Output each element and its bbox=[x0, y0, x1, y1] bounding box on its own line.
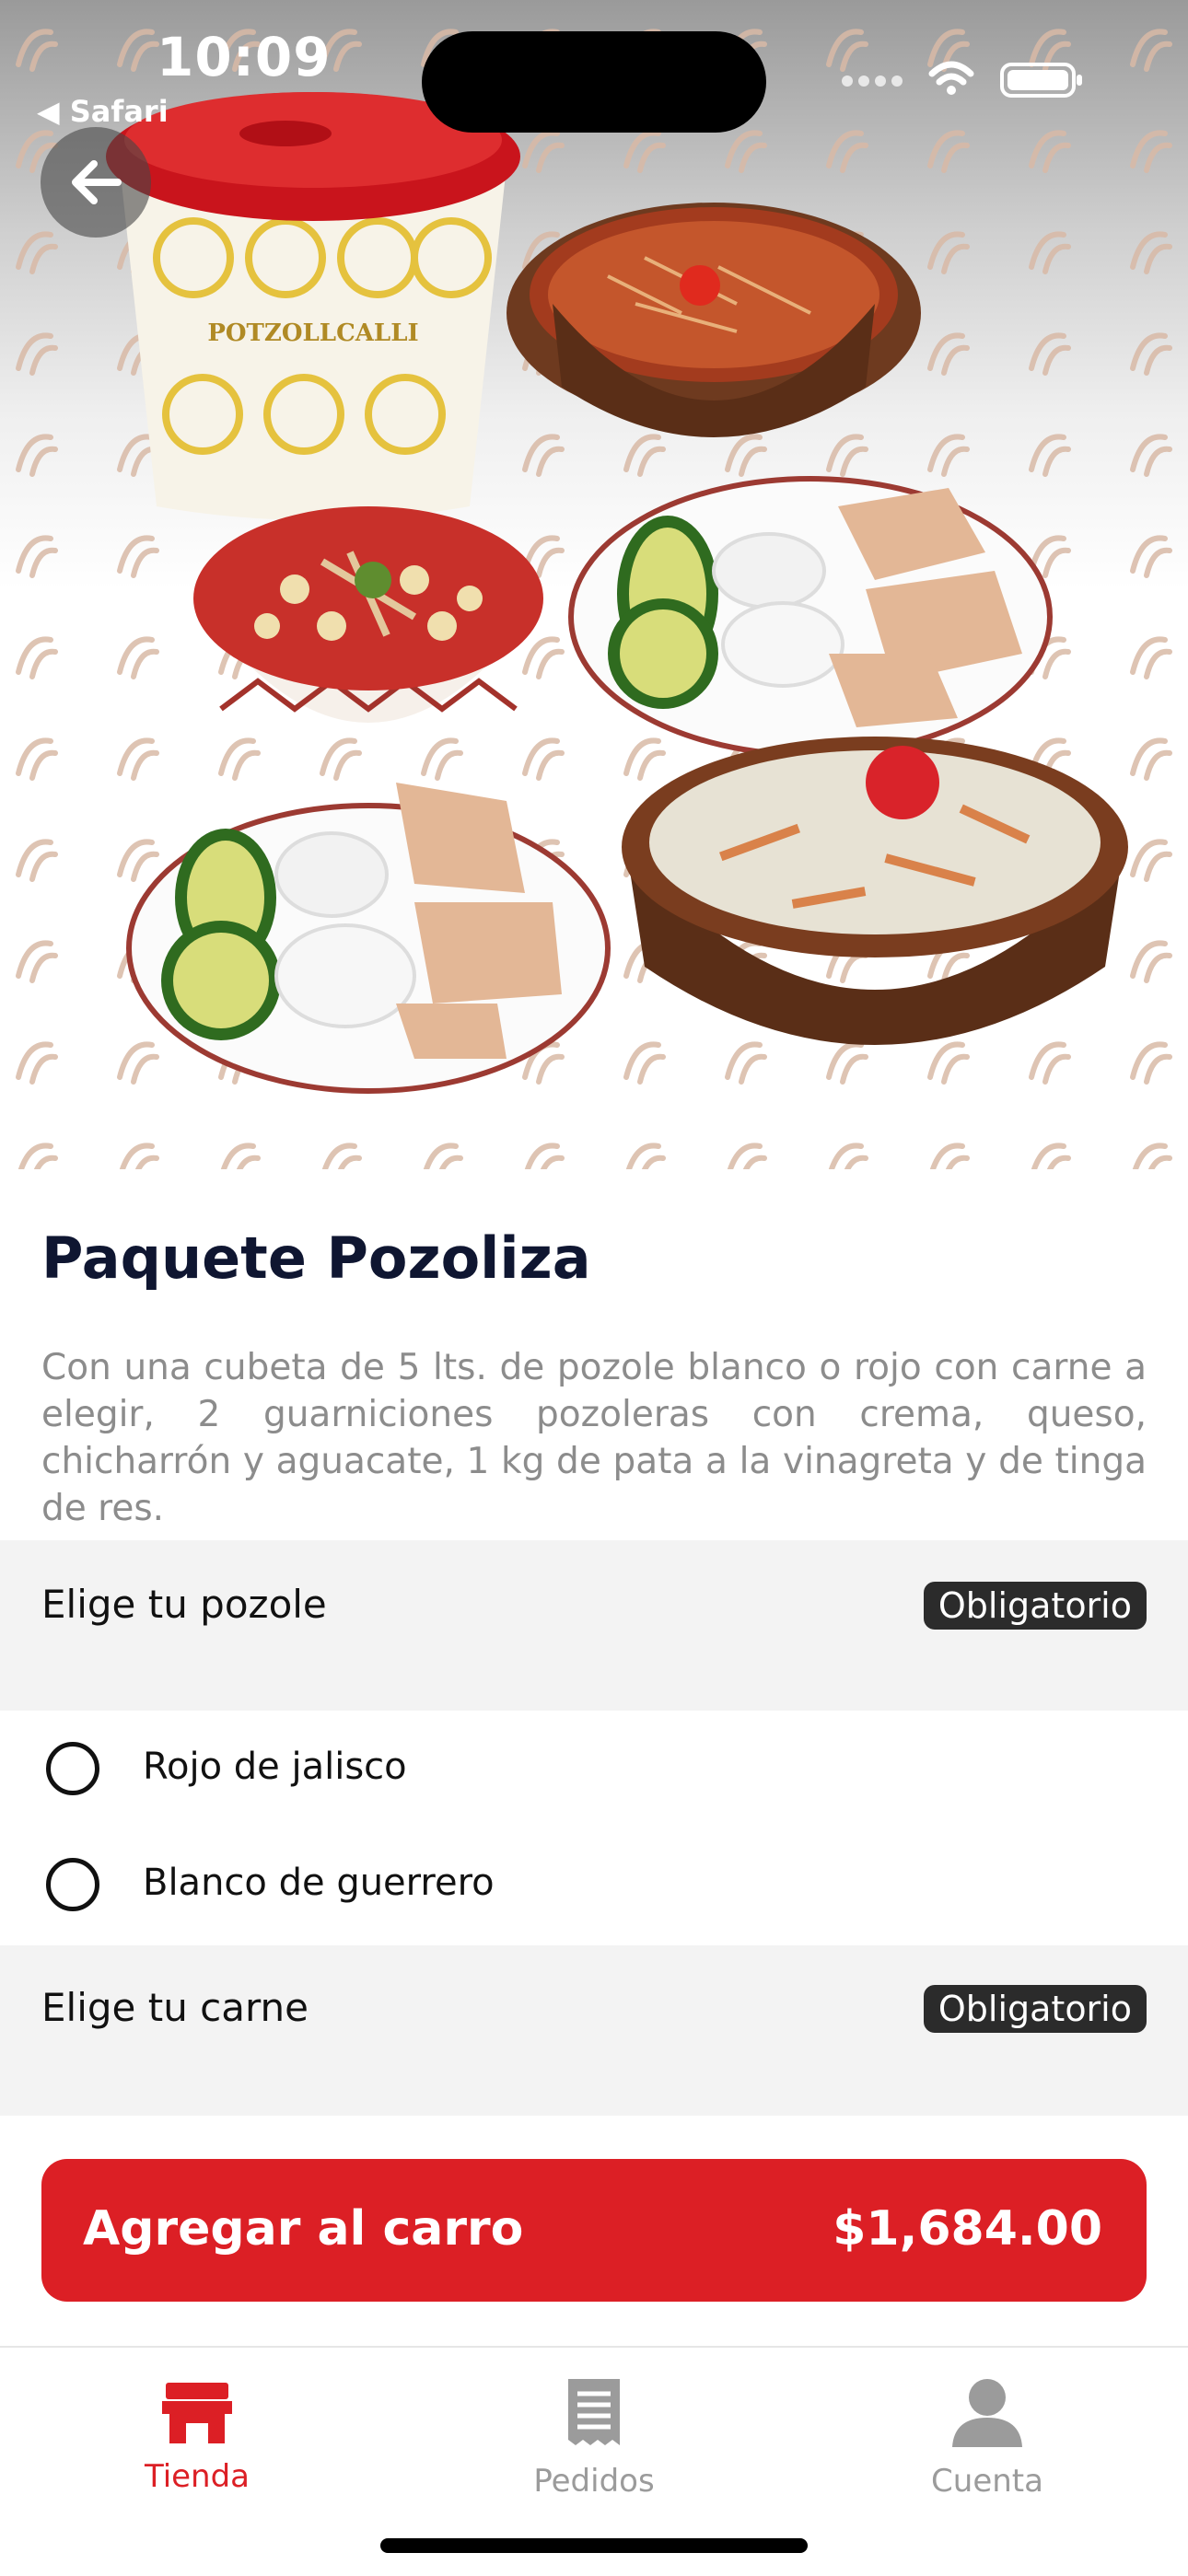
option-label: Rojo de jalisco bbox=[143, 1746, 407, 1788]
radio-button[interactable] bbox=[46, 1742, 99, 1795]
pozole-clay-pot-image bbox=[507, 203, 921, 437]
back-to-safari-link[interactable]: ◀ Safari bbox=[37, 94, 169, 129]
status-time: 10:09 bbox=[157, 26, 332, 88]
bucket-brand-text: POTZOLLCALLI bbox=[207, 319, 418, 347]
vinaigrette-clay-pot-image bbox=[622, 737, 1128, 1045]
tab-cuenta[interactable]: Cuenta bbox=[849, 2375, 1125, 2504]
add-to-cart-label: Agregar al carro bbox=[83, 2201, 524, 2257]
home-indicator bbox=[380, 2538, 808, 2553]
dynamic-island bbox=[422, 31, 766, 133]
option-label: Blanco de guerrero bbox=[143, 1862, 495, 1904]
tab-tienda[interactable]: Tienda bbox=[59, 2375, 335, 2504]
tab-label: Tienda bbox=[144, 2458, 250, 2495]
person-icon bbox=[952, 2379, 1022, 2447]
battery-icon bbox=[1000, 63, 1082, 98]
cart-price: $1,684.00 bbox=[833, 2201, 1102, 2257]
required-badge: Obligatorio bbox=[923, 1582, 1147, 1630]
pozole-bowl-image bbox=[193, 506, 543, 723]
radio-button[interactable] bbox=[46, 1858, 99, 1911]
add-to-cart-button[interactable]: Agregar al carro $1,684.00 bbox=[41, 2159, 1147, 2302]
product-title: Paquete Pozoliza bbox=[41, 1224, 591, 1292]
product-hero-image: POTZOLLCALLI bbox=[0, 0, 1188, 1169]
cellular-signal-icon bbox=[842, 75, 903, 87]
option-row-rojo[interactable]: Rojo de jalisco bbox=[0, 1714, 1188, 1825]
receipt-icon bbox=[568, 2379, 620, 2445]
back-button[interactable] bbox=[41, 127, 151, 238]
status-icons bbox=[842, 61, 1082, 98]
tab-pedidos[interactable]: Pedidos bbox=[456, 2375, 732, 2504]
store-icon bbox=[162, 2383, 232, 2443]
arrow-left-icon bbox=[72, 160, 122, 204]
pozole-bucket-image: POTZOLLCALLI bbox=[106, 92, 520, 520]
tab-label: Cuenta bbox=[931, 2463, 1043, 2500]
option-group-label: Elige tu pozole bbox=[41, 1582, 327, 1627]
option-row-blanco[interactable]: Blanco de guerrero bbox=[0, 1830, 1188, 1941]
wifi-icon bbox=[928, 61, 974, 86]
side-dishes-plate-image-2 bbox=[126, 783, 611, 1094]
product-description: Con una cubeta de 5 lts. de pozole blanc… bbox=[41, 1347, 1147, 1529]
option-group-label: Elige tu carne bbox=[41, 1985, 309, 2030]
required-badge: Obligatorio bbox=[923, 1985, 1147, 2033]
tab-label: Pedidos bbox=[533, 2463, 655, 2500]
